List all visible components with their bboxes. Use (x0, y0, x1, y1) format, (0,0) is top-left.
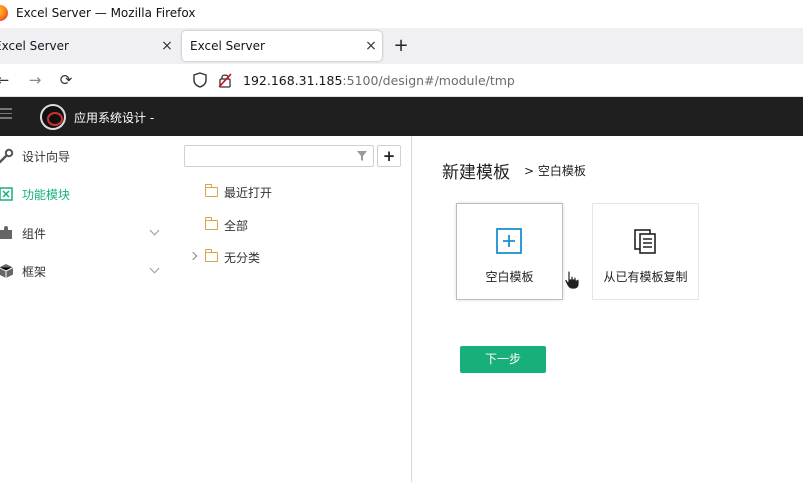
tree-item-label: 无分类 (224, 250, 261, 265)
window-titlebar: Excel Server — Mozilla Firefox (0, 0, 803, 28)
sidebar-item-components[interactable]: 组件 (0, 214, 172, 252)
tree-item-label: 最近打开 (224, 185, 273, 200)
url-bar[interactable]: 192.168.31.185:5100/design#/module/tmp (243, 73, 515, 88)
tree-search-input[interactable] (184, 145, 374, 167)
left-sidebar: 设计向导 功能模块 组件 框架 (0, 136, 172, 482)
folder-icon (205, 184, 218, 197)
main-content: 新建模板 > 空白模板 空白模板 从已有模板复制 下一步 (413, 136, 803, 482)
close-tab-icon[interactable]: × (360, 38, 382, 54)
url-path: :5100/design#/module/tmp (342, 73, 515, 88)
reload-button[interactable]: ⟳ (55, 69, 77, 91)
sidebar-item-design-wizard[interactable]: 设计向导 (0, 137, 172, 175)
next-step-button[interactable]: 下一步 (460, 346, 546, 373)
browser-tab-2[interactable]: Excel Server × (182, 31, 382, 61)
hamburger-menu-icon[interactable] (0, 108, 12, 122)
page-title: 新建模板 (442, 163, 510, 183)
url-host: 192.168.31.185 (243, 73, 343, 88)
sidebar-item-function-module[interactable]: 功能模块 (0, 175, 172, 213)
card-label: 空白模板 (485, 270, 534, 284)
wrench-icon (0, 148, 14, 164)
chevron-down-icon (149, 263, 160, 274)
navigation-bar: ← → ⟳ 192.168.31.185:5100/design#/module… (0, 64, 803, 97)
chevron-right-icon[interactable] (188, 251, 198, 261)
forward-button[interactable]: → (24, 69, 46, 91)
chevron-down-icon (149, 225, 160, 236)
new-tab-button[interactable]: + (390, 35, 412, 57)
firefox-logo-icon (0, 5, 8, 21)
tree-item-label: 全部 (224, 218, 249, 233)
sidebar-item-framework[interactable]: 框架 (0, 252, 172, 290)
shield-icon[interactable] (193, 72, 207, 88)
folder-icon (205, 217, 218, 230)
tree-item-recent[interactable]: 最近打开 (205, 181, 272, 203)
filter-icon[interactable] (357, 151, 367, 161)
insecure-lock-icon[interactable] (218, 72, 232, 88)
hand-cursor-icon (564, 270, 580, 290)
puzzle-icon (0, 225, 14, 241)
tab-label: Excel Server (190, 39, 265, 53)
card-label: 从已有模板复制 (603, 270, 688, 284)
sidebar-item-label: 功能模块 (22, 187, 71, 202)
folder-icon (205, 249, 218, 262)
module-icon (0, 186, 14, 202)
app-title: 应用系统设计 - (74, 111, 155, 125)
tab-strip: Excel Server × Excel Server × + (0, 28, 803, 64)
breadcrumb: > 空白模板 (524, 164, 586, 178)
tree-item-all[interactable]: 全部 (205, 214, 248, 236)
app-logo (40, 104, 66, 130)
app-header: 应用系统设计 - (0, 97, 803, 136)
tree-item-uncategorized[interactable]: 无分类 (188, 246, 261, 268)
browser-tab-1[interactable]: Excel Server × (0, 31, 178, 61)
add-category-button[interactable]: + (377, 145, 401, 167)
box-icon (0, 263, 14, 279)
blank-template-card[interactable]: 空白模板 (456, 203, 563, 300)
template-tree-panel: + 最近打开 全部 无分类 (172, 136, 412, 482)
plus-square-icon (496, 228, 522, 254)
sidebar-item-label: 组件 (22, 226, 47, 241)
sidebar-item-label: 框架 (22, 264, 47, 279)
close-tab-icon[interactable]: × (156, 38, 178, 54)
back-button[interactable]: ← (0, 69, 14, 91)
copy-template-card[interactable]: 从已有模板复制 (592, 203, 699, 300)
window-title: Excel Server — Mozilla Firefox (16, 6, 196, 20)
copy-document-icon (634, 229, 656, 254)
sidebar-item-label: 设计向导 (22, 149, 71, 164)
tab-label: Excel Server (0, 39, 69, 53)
